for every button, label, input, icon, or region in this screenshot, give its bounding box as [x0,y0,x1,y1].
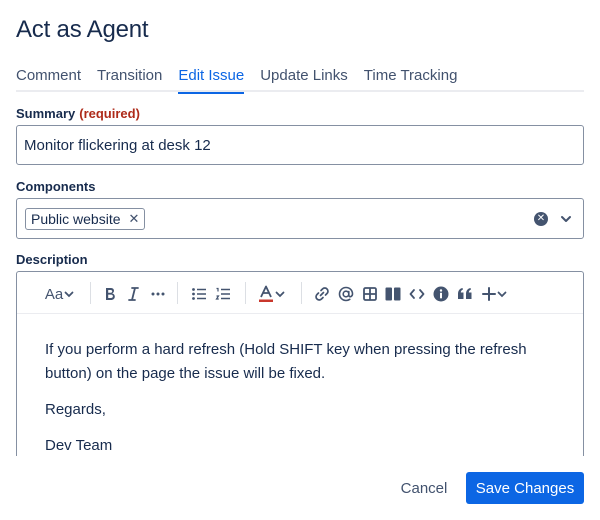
tab-bar: Comment Transition Edit Issue Update Lin… [16,66,584,94]
toolbar-divider [90,282,91,304]
bold-icon[interactable] [102,284,118,304]
description-paragraph: Dev Team [45,437,113,454]
clear-icon[interactable]: ✕ [534,212,548,226]
summary-label: Summary (required) [16,106,140,121]
more-formatting-icon[interactable] [149,284,167,304]
text-style-label: Aa [44,285,64,303]
editor-toolbar: Aa [17,272,583,314]
cancel-button[interactable]: Cancel [388,472,460,504]
description-paragraph: Regards, [45,401,106,418]
tab-comment[interactable]: Comment [16,66,81,92]
description-paragraph: If you perform a hard refresh (Hold SHIF… [45,341,527,382]
toolbar-divider [245,282,246,304]
components-label: Components [16,179,96,194]
link-icon[interactable] [313,284,331,304]
summary-label-text: Summary [16,106,76,121]
act-as-agent-dialog: Act as Agent Comment Transition Edit Iss… [0,0,600,520]
component-tag: Public website ✕ [25,208,146,230]
required-marker: (required) [79,106,140,121]
tab-update-links[interactable]: Update Links [260,66,348,92]
text-color-icon[interactable] [257,284,287,304]
description-label: Description [16,252,88,267]
chevron-down-icon [275,291,285,298]
dialog-title: Act as Agent [16,16,149,43]
components-select[interactable]: Public website ✕ ✕ [16,198,584,239]
toolbar-divider [177,282,178,304]
numbered-list-icon[interactable] [214,284,232,304]
quote-icon[interactable] [456,284,474,304]
code-icon[interactable] [408,284,426,304]
chevron-down-icon[interactable] [558,211,574,227]
editor-content[interactable]: If you perform a hard refresh (Hold SHIF… [45,338,565,456]
chevron-down-icon [64,291,74,298]
mention-icon[interactable] [337,284,355,304]
italic-icon[interactable] [125,284,141,304]
bullet-list-icon[interactable] [190,284,208,304]
tab-transition[interactable]: Transition [97,66,162,92]
component-tag-label: Public website [31,211,121,227]
chevron-down-icon [497,291,507,298]
save-changes-button[interactable]: Save Changes [466,472,584,504]
toolbar-divider [301,282,302,304]
tab-time-tracking[interactable]: Time Tracking [364,66,458,92]
summary-input[interactable] [16,125,584,165]
remove-tag-icon[interactable]: ✕ [129,211,140,227]
text-style-button[interactable]: Aa [43,284,77,304]
tab-edit-issue[interactable]: Edit Issue [178,66,244,94]
insert-icon[interactable] [480,284,510,304]
info-panel-icon[interactable] [432,284,450,304]
layout-icon[interactable] [384,284,402,304]
table-icon[interactable] [361,284,379,304]
description-editor[interactable]: Aa If you perform a hard refresh (Hold S… [16,271,584,456]
